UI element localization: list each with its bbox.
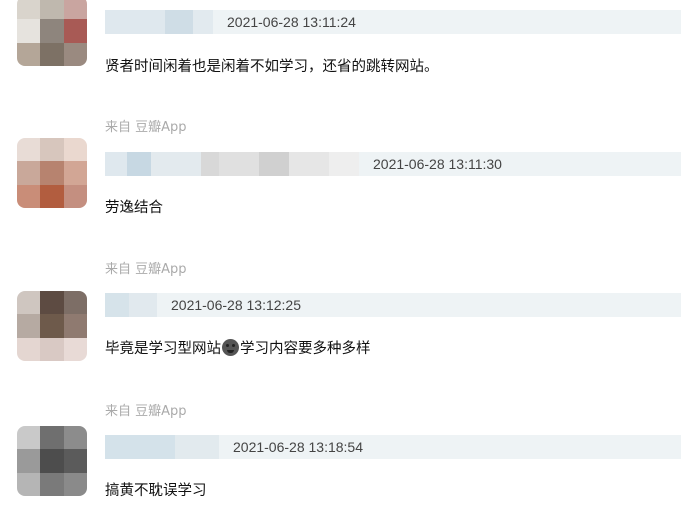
comment-meta: 2021-06-28 13:18:54 [105, 435, 681, 459]
avatar-mosaic-cell [17, 337, 41, 361]
avatar-mosaic-cell [40, 337, 64, 361]
avatar-mosaic-cell [63, 19, 87, 43]
avatar[interactable] [17, 291, 87, 361]
comment-timestamp: 2021-06-28 13:12:25 [171, 297, 301, 313]
avatar-mosaic-cell [17, 291, 41, 315]
avatar-mosaic-cell [17, 42, 41, 66]
comment-timestamp: 2021-06-28 13:11:30 [373, 156, 502, 172]
avatar-mosaic-cell [17, 0, 41, 20]
avatar-mosaic-cell [63, 472, 87, 496]
avatar-mosaic-cell [40, 314, 64, 338]
avatar-mosaic-cell [17, 19, 41, 43]
comment-meta: 2021-06-28 13:11:30 [105, 152, 681, 176]
avatar-mosaic-cell [63, 337, 87, 361]
avatar-mosaic-cell [40, 184, 64, 208]
avatar-mosaic-cell [63, 0, 87, 20]
comment-source: 来自 豆瓣App [105, 262, 187, 277]
avatar-mosaic-cell [63, 314, 87, 338]
avatar[interactable] [17, 0, 87, 66]
avatar-mosaic-cell [17, 472, 41, 496]
comment-text: 贤者时间闲着也是闲着不如学习，还省的跳转网站。 [105, 59, 439, 75]
username-blurred[interactable] [105, 152, 359, 176]
avatar-mosaic-cell [63, 42, 87, 66]
avatar-mosaic-cell [40, 138, 64, 162]
avatar-mosaic-cell [40, 291, 64, 315]
avatar-mosaic-cell [40, 19, 64, 43]
avatar-mosaic-cell [40, 449, 64, 473]
avatar[interactable] [17, 426, 87, 496]
face-emoji-icon [222, 339, 239, 356]
comment-timestamp: 2021-06-28 13:11:24 [227, 14, 356, 30]
avatar-mosaic-cell [63, 449, 87, 473]
avatar-mosaic-cell [40, 161, 64, 185]
avatar-mosaic-cell [63, 426, 87, 450]
username-blurred[interactable] [105, 10, 213, 34]
avatar-mosaic-cell [63, 184, 87, 208]
comment-timestamp: 2021-06-28 13:18:54 [233, 439, 363, 455]
avatar-mosaic-cell [17, 426, 41, 450]
avatar-mosaic-cell [17, 184, 41, 208]
comment-text-part: 学习内容要多种多样 [240, 341, 371, 357]
avatar-mosaic-cell [63, 161, 87, 185]
avatar-mosaic-cell [17, 161, 41, 185]
username-blurred[interactable] [105, 435, 219, 459]
avatar-mosaic-cell [40, 0, 64, 20]
comment-text: 劳逸结合 [105, 200, 163, 216]
comment-source: 来自 豆瓣App [105, 404, 187, 419]
comment-text: 毕竟是学习型网站 学习内容要多种多样 [105, 339, 371, 359]
avatar-mosaic-cell [40, 472, 64, 496]
avatar-mosaic-cell [63, 291, 87, 315]
comment-text-part: 毕竟是学习型网站 [105, 341, 221, 357]
avatar-mosaic-cell [40, 426, 64, 450]
avatar-mosaic-cell [17, 314, 41, 338]
comment-meta: 2021-06-28 13:11:24 [105, 10, 681, 34]
avatar[interactable] [17, 138, 87, 208]
avatar-mosaic-cell [40, 42, 64, 66]
avatar-mosaic-cell [17, 449, 41, 473]
comment-meta: 2021-06-28 13:12:25 [105, 293, 681, 317]
avatar-mosaic-cell [17, 138, 41, 162]
username-blurred[interactable] [105, 293, 157, 317]
comment-source: 来自 豆瓣App [105, 120, 187, 135]
avatar-mosaic-cell [63, 138, 87, 162]
comment-text: 搞黄不耽误学习 [105, 483, 207, 499]
